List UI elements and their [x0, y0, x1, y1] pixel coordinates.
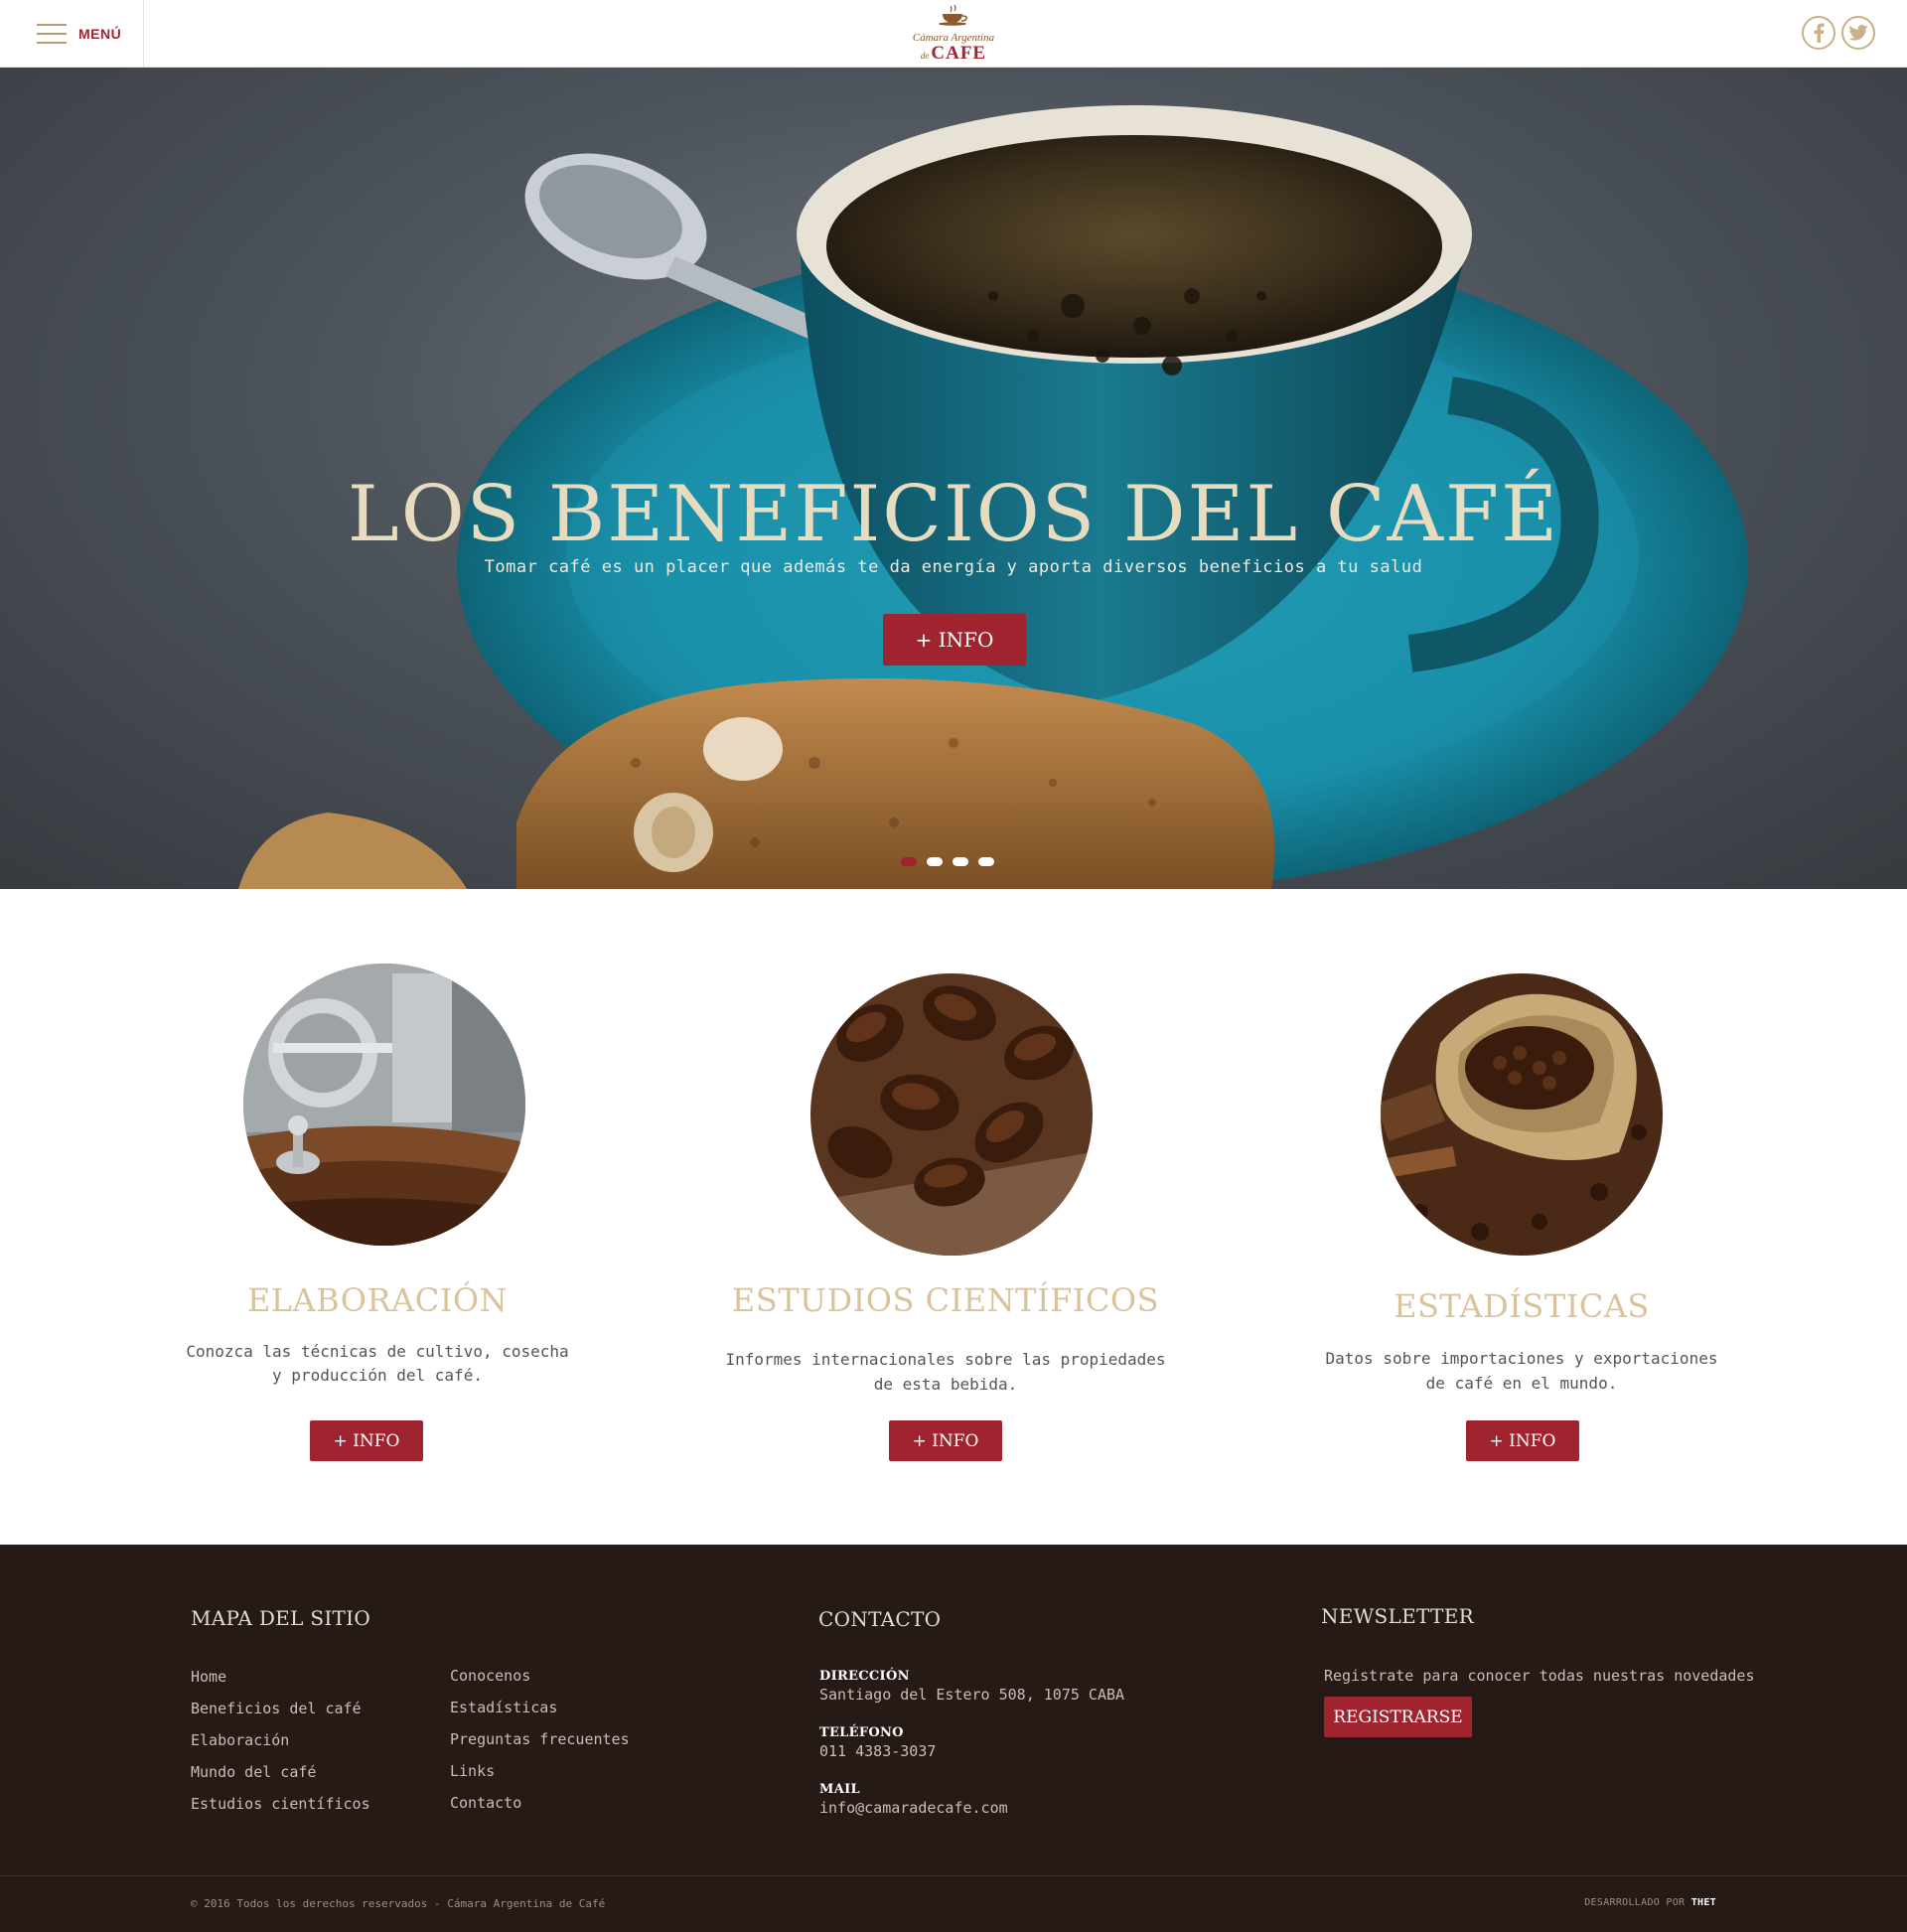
elaboracion-image	[243, 964, 525, 1246]
estudios-info-button[interactable]: + INFO	[889, 1420, 1002, 1461]
feature-title: ESTUDIOS CIENTÍFICOS	[731, 1281, 1160, 1319]
developer-credit: DESARROLLADO POR THET	[1584, 1897, 1716, 1908]
estadisticas-image	[1381, 973, 1663, 1256]
address-label: DIRECCIÓN	[819, 1669, 910, 1684]
address-value: Santiago del Estero 508, 1075 CABA	[819, 1686, 1125, 1704]
register-button[interactable]: REGISTRARSE	[1324, 1697, 1472, 1737]
copyright-text: © 2016 Todos los derechos reservados - C…	[191, 1897, 606, 1910]
footer-link-home[interactable]: Home	[191, 1668, 226, 1686]
hero-info-button[interactable]: + INFO	[883, 614, 1026, 666]
site-logo[interactable]: Cámara Argentina de CAFE	[899, 4, 1008, 64]
twitter-button[interactable]	[1841, 16, 1875, 50]
footer-link-contacto[interactable]: Contacto	[450, 1794, 521, 1812]
footer-link-estudios[interactable]: Estudios científicos	[191, 1795, 370, 1813]
footer-link-mundo[interactable]: Mundo del café	[191, 1763, 316, 1781]
slider-dots	[901, 857, 994, 866]
newsletter-text: Registrate para conocer todas nuestras n…	[1324, 1667, 1755, 1685]
mail-link[interactable]: info@camaradecafe.com	[819, 1799, 1008, 1817]
hero-subtitle: Tomar café es un placer que además te da…	[484, 557, 1423, 577]
feature-estudios: ESTUDIOS CIENTÍFICOS Informes internacio…	[717, 973, 1174, 1470]
hero-slider: LOS BENEFICIOS DEL CAFÉ Tomar café es un…	[0, 68, 1907, 889]
feature-description-line2: de esta bebida.	[873, 1375, 1018, 1394]
newsletter-title: NEWSLETTER	[1321, 1604, 1474, 1628]
developer-prefix: DESARROLLADO POR	[1584, 1897, 1686, 1908]
contact-title: CONTACTO	[818, 1607, 942, 1631]
twitter-icon	[1848, 25, 1868, 41]
footer-link-conocenos[interactable]: Conocenos	[450, 1667, 530, 1685]
coffee-cup-logo-icon	[939, 4, 967, 26]
feature-description-line1: Informes internacionales sobre las propi…	[725, 1350, 1166, 1369]
footer-divider	[0, 1875, 1907, 1876]
logo-text-de: de	[920, 51, 930, 61]
feature-description-line2: de café en el mundo.	[1425, 1374, 1618, 1393]
footer-link-preguntas[interactable]: Preguntas frecuentes	[450, 1730, 630, 1748]
phone-label: TELÉFONO	[819, 1725, 904, 1740]
hamburger-icon	[37, 23, 67, 45]
facebook-button[interactable]	[1802, 16, 1835, 50]
slider-dot-3[interactable]	[953, 857, 968, 866]
menu-label: MENÚ	[78, 26, 122, 42]
hero-title: LOS BENEFICIOS DEL CAFÉ	[347, 470, 1560, 559]
menu-button[interactable]: MENÚ	[0, 0, 144, 68]
footer-link-elaboracion[interactable]: Elaboración	[191, 1731, 289, 1749]
site-header: MENÚ Cámara Argentina de CAFE	[0, 0, 1907, 68]
mail-label: MAIL	[819, 1782, 860, 1797]
phone-value: 011 4383-3037	[819, 1742, 937, 1760]
estadisticas-info-button[interactable]: + INFO	[1466, 1420, 1579, 1461]
facebook-icon	[1814, 23, 1825, 43]
feature-elaboracion: ELABORACIÓN Conozca las técnicas de cult…	[149, 964, 606, 1470]
developer-name[interactable]: THET	[1691, 1897, 1716, 1908]
footer-link-beneficios[interactable]: Beneficios del café	[191, 1700, 362, 1717]
feature-title: ESTADÍSTICAS	[1394, 1287, 1650, 1325]
sitemap-title: MAPA DEL SITIO	[191, 1606, 371, 1630]
slider-dot-2[interactable]	[927, 857, 943, 866]
feature-description-line2: y producción del café.	[272, 1366, 483, 1385]
footer-link-estadisticas[interactable]: Estadísticas	[450, 1699, 557, 1716]
logo-text-cafe: CAFE	[931, 43, 987, 64]
slider-dot-4[interactable]	[978, 857, 994, 866]
footer-link-links[interactable]: Links	[450, 1762, 495, 1780]
elaboracion-info-button[interactable]: + INFO	[310, 1420, 423, 1461]
slider-dot-1[interactable]	[901, 857, 917, 866]
feature-description-line1: Conozca las técnicas de cultivo, cosecha	[186, 1342, 569, 1361]
feature-description-line1: Datos sobre importaciones y exportacione…	[1325, 1349, 1718, 1368]
estudios-image	[810, 973, 1093, 1256]
feature-estadisticas: ESTADÍSTICAS Datos sobre importaciones y…	[1293, 973, 1750, 1470]
feature-title: ELABORACIÓN	[246, 1281, 509, 1319]
